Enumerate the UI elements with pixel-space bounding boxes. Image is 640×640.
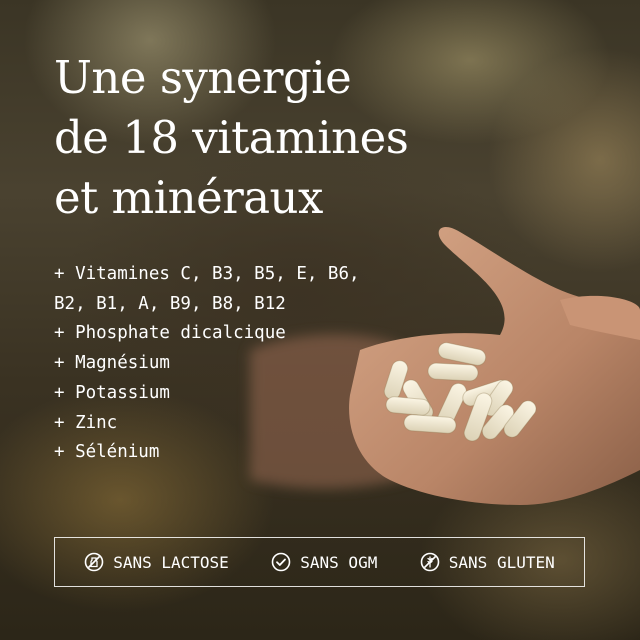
headline-line-3: et minéraux — [54, 171, 323, 224]
ingredient-item-potassium: + Potassium — [54, 382, 170, 403]
badge-sans-lactose-label: SANS LACTOSE — [113, 552, 229, 572]
badge-sans-ogm-label: SANS OGM — [300, 552, 378, 572]
no-lactose-icon — [84, 552, 104, 572]
headline-line-1: Une synergie — [54, 51, 352, 104]
hero-banner: Une synergie de 18 vitamines et minéraux… — [0, 0, 640, 640]
ingredient-list: + Vitamines C, B3, B5, E, B6, B2, B1, A,… — [54, 260, 360, 468]
headline: Une synergie de 18 vitamines et minéraux — [54, 48, 409, 228]
badge-sans-ogm: SANS OGM — [271, 552, 377, 572]
ingredient-item-selenium: + Sélénium — [54, 442, 160, 463]
badge-sans-lactose: SANS LACTOSE — [84, 552, 229, 572]
ingredient-item-vitamines-continued: B2, B1, A, B9, B8, B12 — [54, 293, 286, 314]
badge-sans-gluten-label: SANS GLUTEN — [448, 552, 555, 572]
ingredient-item-zinc: + Zinc — [54, 412, 118, 433]
ingredient-item-magnesium: + Magnésium — [54, 353, 170, 374]
ingredient-item-vitamines: + Vitamines C, B3, B5, E, B6, — [54, 264, 360, 284]
claims-bar: SANS LACTOSE SANS OGM SANS GLUTEN — [54, 537, 585, 587]
badge-sans-gluten: SANS GLUTEN — [420, 552, 555, 572]
check-circle-icon — [271, 552, 291, 572]
ingredient-item-phosphate: + Phosphate dicalcique — [54, 323, 286, 344]
no-gluten-icon — [420, 552, 440, 572]
headline-line-2: de 18 vitamines — [54, 111, 409, 164]
